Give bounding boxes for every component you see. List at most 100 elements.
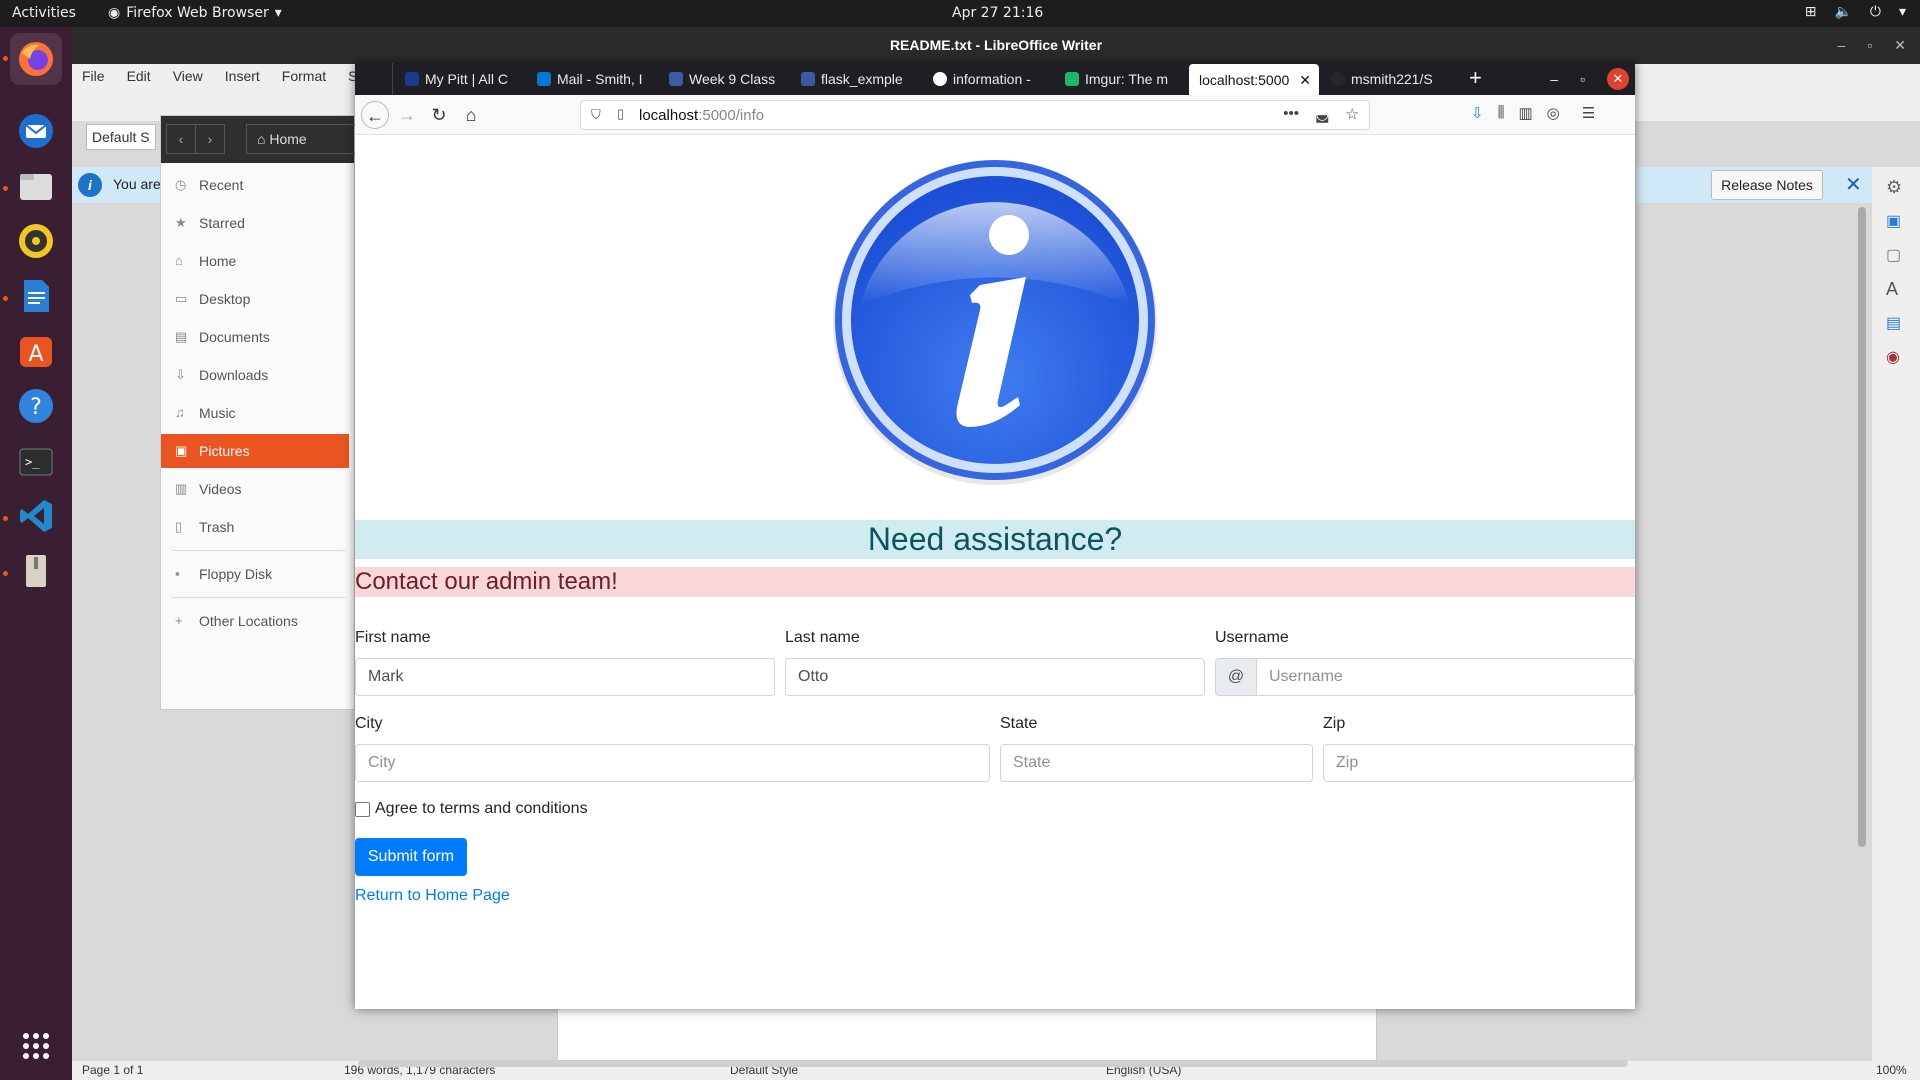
sidebar-item-label: Other Locations (199, 613, 298, 629)
help-dock-icon[interactable]: ? (10, 380, 62, 432)
menu-file[interactable]: File (82, 64, 105, 89)
tab-label: flask_exmple (821, 71, 903, 87)
activities-button[interactable]: Activities (12, 5, 76, 21)
maximize-icon[interactable]: ▫ (1580, 71, 1585, 87)
reload-icon[interactable]: ↻ (425, 101, 453, 129)
running-indicator (3, 571, 8, 576)
menu-format[interactable]: Format (282, 64, 326, 89)
new-tab-icon[interactable]: + (1469, 63, 1482, 93)
vscode-dock-icon[interactable] (10, 490, 62, 542)
sidebar-item-trash[interactable]: ▯ Trash (161, 510, 349, 544)
firefox-icon: ◉ (108, 5, 121, 21)
sidebar-item-desktop[interactable]: ▭ Desktop (161, 282, 349, 316)
sidebar-item-home[interactable]: ⌂ Home (161, 244, 349, 278)
info-icon: i (78, 173, 102, 197)
page-info-icon[interactable]: ▯ (617, 106, 624, 122)
styles-icon[interactable]: A (1886, 279, 1898, 300)
breadcrumb[interactable]: ⌂ Home (246, 124, 356, 154)
sidebar-item-downloads[interactable]: ⇩ Downloads (161, 358, 349, 392)
system-tray[interactable]: ⊞ 🔈 ⏻ ▾ (1805, 4, 1906, 20)
submit-form-button[interactable]: Submit form (355, 838, 467, 876)
page-icon[interactable]: ▢ (1886, 245, 1901, 265)
power-icon: ⏻ (1869, 4, 1881, 20)
sidebar-item-pictures[interactable]: ▣ Pictures (161, 434, 349, 468)
tab-localhost[interactable]: localhost:5000 ✕ (1189, 64, 1319, 96)
paragraph-style-box[interactable]: Default S (86, 124, 156, 150)
release-notes-button[interactable]: Release Notes (1711, 170, 1823, 200)
menu-view[interactable]: View (173, 64, 203, 89)
pocket-icon[interactable]: ◛ (1315, 105, 1330, 123)
forward-icon[interactable]: › (195, 124, 225, 154)
svg-text:?: ? (30, 395, 42, 420)
username-input[interactable] (1256, 658, 1635, 696)
archive-dock-icon[interactable] (10, 545, 62, 597)
maximize-icon[interactable]: ▫ (1867, 27, 1872, 64)
state-input[interactable] (1000, 744, 1313, 782)
sidebar-icon[interactable]: ▥ (1518, 104, 1532, 122)
app-menu[interactable]: ◉ Firefox Web Browser ▾ (108, 5, 282, 21)
hamburger-menu-icon[interactable]: ☰ (1582, 104, 1595, 122)
tracking-shield-icon[interactable]: ⛉ (591, 107, 601, 123)
properties-icon[interactable]: ▣ (1886, 211, 1901, 231)
sidebar-item-floppy-disk[interactable]: ▪ Floppy Disk (161, 557, 349, 591)
page-actions-icon[interactable]: ••• (1283, 105, 1299, 123)
home-icon[interactable]: ⌂ (457, 101, 485, 129)
imgur-favicon-icon (1065, 72, 1079, 86)
horizontal-scrollbar[interactable] (358, 1060, 1628, 1067)
tab-overflow[interactable] (355, 63, 393, 95)
menu-insert[interactable]: Insert (225, 64, 260, 89)
account-icon[interactable]: ◎ (1547, 104, 1560, 122)
tab-flask-exmple[interactable]: flask_exmple (793, 63, 921, 95)
library-icon[interactable]: ⫼ (1498, 104, 1505, 122)
downloads-icon[interactable]: ⇩ (1471, 104, 1484, 122)
close-icon[interactable]: ✕ (1894, 27, 1906, 64)
tab-information[interactable]: information - (925, 63, 1053, 95)
minimize-icon[interactable]: – (1550, 71, 1558, 87)
address-bar[interactable]: ⛉ ▯ localhost:5000/info ••• ◛ ☆ (580, 100, 1370, 130)
tab-imgur[interactable]: Imgur: The m (1057, 63, 1185, 95)
menu-edit[interactable]: Edit (127, 64, 151, 89)
close-icon[interactable]: ✕ (1845, 172, 1862, 197)
gallery-icon[interactable]: ▤ (1886, 313, 1901, 333)
files-dock-icon[interactable] (10, 160, 62, 212)
return-home-link[interactable]: Return to Home Page (355, 887, 510, 905)
software-dock-icon[interactable]: A (10, 325, 62, 377)
tab-week-9-class[interactable]: Week 9 Class (661, 63, 789, 95)
tab-github[interactable]: msmith221/S (1323, 63, 1451, 95)
tab-mail[interactable]: Mail - Smith, I (529, 63, 657, 95)
rhythmbox-dock-icon[interactable] (10, 215, 62, 267)
settings-icon[interactable]: ⚙ (1886, 177, 1902, 198)
trash-icon: ▯ (175, 519, 183, 534)
agree-checkbox[interactable] (355, 802, 370, 817)
clock[interactable]: Apr 27 21:16 (952, 5, 1043, 21)
vertical-scrollbar[interactable] (1858, 207, 1866, 847)
firefox-dock-icon[interactable] (10, 33, 62, 85)
navigator-icon[interactable]: ◉ (1886, 347, 1900, 367)
firefox-window: My Pitt | All C Mail - Smith, I Week 9 C… (355, 63, 1635, 1067)
tab-my-pitt[interactable]: My Pitt | All C (397, 63, 525, 95)
first-name-input[interactable] (355, 658, 775, 696)
url-path: :5000/info (698, 107, 765, 124)
sidebar-item-starred[interactable]: ★ Starred (161, 206, 349, 240)
bookmark-star-icon[interactable]: ☆ (1346, 105, 1359, 123)
sidebar-item-other-locations[interactable]: + Other Locations (161, 604, 349, 638)
terminal-dock-icon[interactable]: >_ (10, 435, 62, 487)
close-tab-icon[interactable]: ✕ (1299, 64, 1311, 96)
close-icon[interactable]: ✕ (1607, 68, 1629, 90)
tab-label: information - (953, 71, 1031, 87)
sidebar-item-videos[interactable]: ▥ Videos (161, 472, 349, 506)
thunderbird-dock-icon[interactable] (10, 105, 62, 157)
city-input[interactable] (355, 744, 990, 782)
zip-input[interactable] (1323, 744, 1635, 782)
forward-icon[interactable]: → (393, 101, 421, 129)
last-name-input[interactable] (785, 658, 1205, 696)
show-apps-icon[interactable] (10, 1020, 62, 1072)
writer-dock-icon[interactable] (10, 270, 62, 322)
back-icon[interactable]: ← (361, 101, 389, 129)
sidebar-item-recent[interactable]: ◷ Recent (161, 168, 349, 202)
sidebar-item-documents[interactable]: ▤ Documents (161, 320, 349, 354)
minimize-icon[interactable]: – (1838, 27, 1846, 64)
agree-label[interactable]: Agree to terms and conditions (375, 800, 588, 818)
back-icon[interactable]: ‹ (166, 124, 196, 154)
sidebar-item-music[interactable]: ♫ Music (161, 396, 349, 430)
